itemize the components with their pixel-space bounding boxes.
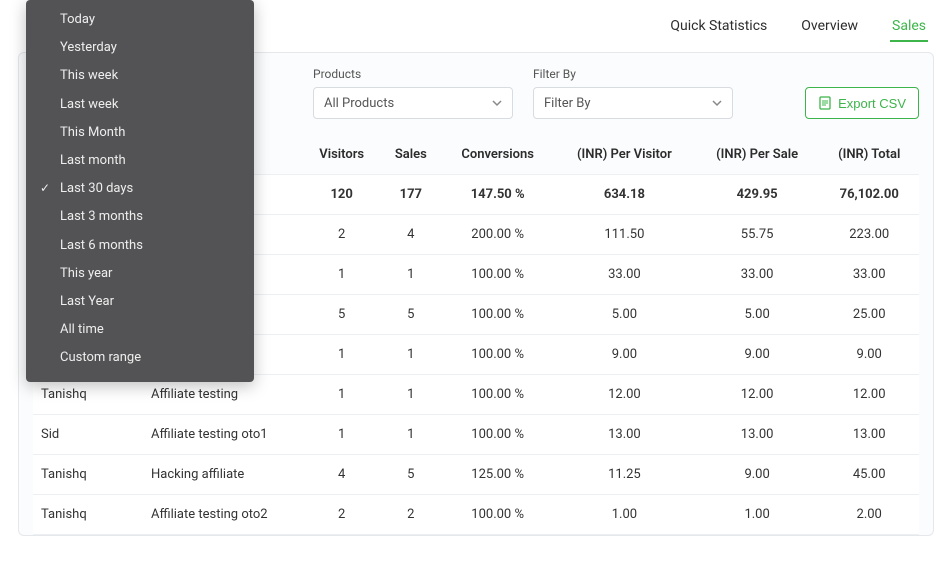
filterby-select[interactable]: Filter By: [533, 87, 733, 119]
products-select[interactable]: All Products: [313, 87, 513, 119]
table-row: TanishqAffiliate testing oto222100.00 %1…: [33, 495, 919, 535]
date-range-option[interactable]: Last Year: [26, 288, 254, 316]
col-conversions: Conversions: [441, 135, 554, 175]
date-range-option[interactable]: Last 30 days: [26, 175, 254, 203]
tab-quick-statistics[interactable]: Quick Statistics: [668, 12, 769, 42]
date-range-option[interactable]: Last 3 months: [26, 203, 254, 231]
col-visitors: Visitors: [303, 135, 380, 175]
export-csv-button[interactable]: Export CSV: [805, 87, 919, 119]
col-sales: Sales: [380, 135, 441, 175]
col-per-sale: (INR) Per Sale: [695, 135, 820, 175]
date-range-option[interactable]: Yesterday: [26, 34, 254, 62]
products-label: Products: [313, 67, 513, 81]
col-per-visitor: (INR) Per Visitor: [554, 135, 695, 175]
table-row: TanishqHacking affiliate45125.00 %11.259…: [33, 455, 919, 495]
table-row: SidAffiliate testing oto111100.00 %13.00…: [33, 415, 919, 455]
chevron-down-icon: [712, 98, 722, 108]
export-csv-label: Export CSV: [838, 96, 906, 111]
filterby-label: Filter By: [533, 67, 733, 81]
date-range-option[interactable]: Custom range: [26, 344, 254, 372]
date-range-option[interactable]: All time: [26, 316, 254, 344]
tab-overview[interactable]: Overview: [799, 12, 860, 42]
products-select-value: All Products: [324, 96, 394, 111]
date-range-option[interactable]: This year: [26, 260, 254, 288]
chevron-down-icon: [492, 98, 502, 108]
date-range-menu[interactable]: TodayYesterdayThis weekLast weekThis Mon…: [26, 0, 254, 382]
date-range-option[interactable]: This week: [26, 62, 254, 90]
date-range-option[interactable]: Last month: [26, 147, 254, 175]
col-total: (INR) Total: [819, 135, 919, 175]
date-range-option[interactable]: Today: [26, 6, 254, 34]
date-range-option[interactable]: Last 6 months: [26, 232, 254, 260]
tab-sales[interactable]: Sales: [890, 12, 928, 42]
filterby-select-value: Filter By: [544, 96, 591, 111]
date-range-option[interactable]: This Month: [26, 119, 254, 147]
date-range-option[interactable]: Last week: [26, 91, 254, 119]
document-icon: [818, 96, 832, 110]
